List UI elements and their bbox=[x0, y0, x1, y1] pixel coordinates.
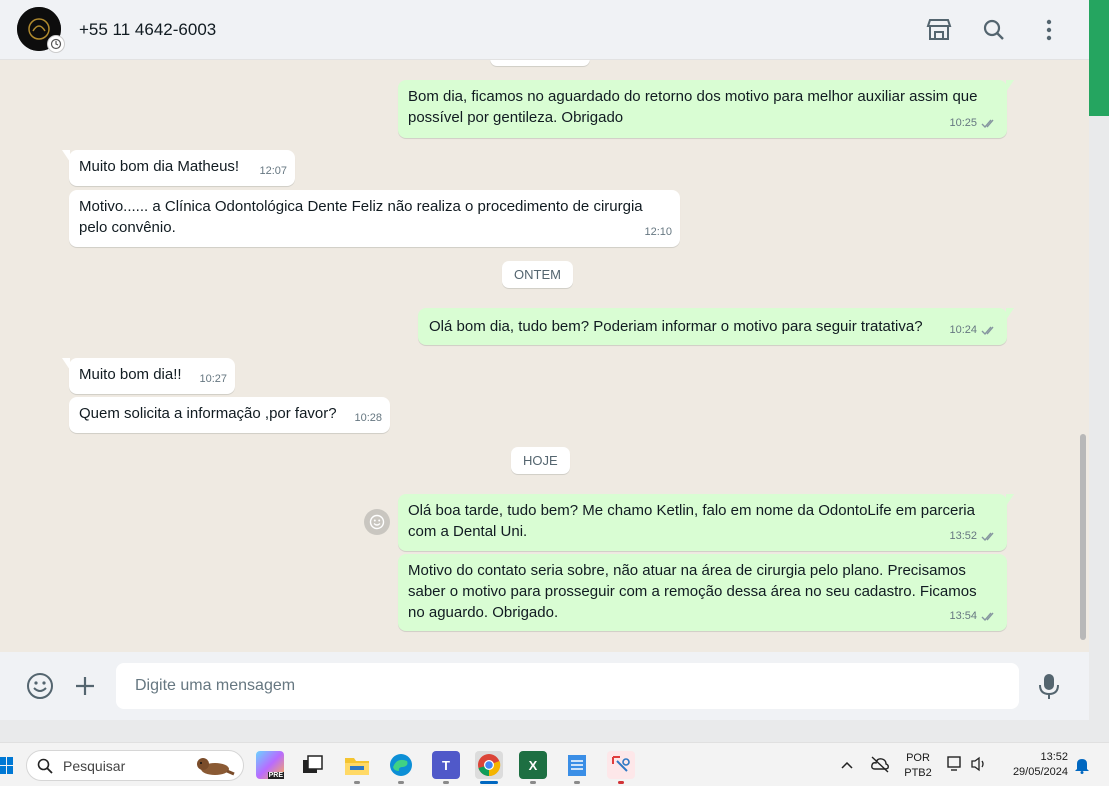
excel-icon[interactable]: X bbox=[519, 751, 547, 779]
running-indicator bbox=[618, 781, 624, 784]
snipping-tool-icon[interactable] bbox=[607, 751, 635, 779]
menu-icon[interactable] bbox=[1034, 15, 1064, 45]
taskbar-search[interactable]: Pesquisar bbox=[26, 750, 244, 781]
message-input[interactable] bbox=[116, 663, 1019, 709]
composer bbox=[0, 652, 1089, 720]
message-time: 10:27 bbox=[199, 373, 227, 385]
notepad-icon[interactable] bbox=[563, 751, 591, 779]
microphone-icon[interactable] bbox=[1038, 672, 1060, 705]
taskbar: Pesquisar PRE T X POR PTB2 13:52 29/05/2… bbox=[0, 742, 1109, 786]
chevron-up-icon[interactable] bbox=[840, 757, 854, 775]
notification-bell-icon[interactable] bbox=[1074, 756, 1090, 779]
message-incoming[interactable]: Muito bom dia Matheus! 12:07 bbox=[62, 150, 295, 186]
window-bottom-gap bbox=[0, 720, 1109, 742]
message-text: Motivo do contato seria sobre, não atuar… bbox=[408, 562, 977, 621]
contact-avatar[interactable] bbox=[17, 7, 65, 53]
message-text: Olá bom dia, tudo bem? Poderiam informar… bbox=[429, 318, 923, 335]
message-text: Muito bom dia!! bbox=[79, 366, 182, 383]
date-pill: HOJE bbox=[511, 447, 570, 474]
message-outgoing[interactable]: Olá boa tarde, tudo bem? Me chamo Ketlin… bbox=[398, 494, 1014, 551]
teams-icon[interactable]: T bbox=[432, 751, 460, 779]
message-time: 13:52 bbox=[949, 526, 997, 547]
chat-header: +55 11 4642-6003 bbox=[0, 0, 1089, 60]
message-outgoing[interactable]: Motivo do contato seria sobre, não atuar… bbox=[398, 554, 1007, 631]
react-emoji-icon[interactable] bbox=[364, 509, 390, 535]
clock[interactable]: 13:52 29/05/2024 bbox=[1000, 750, 1068, 780]
message-time: 12:10 bbox=[644, 226, 672, 238]
message-incoming[interactable]: Muito bom dia!! 10:27 bbox=[62, 358, 235, 394]
running-indicator bbox=[574, 781, 580, 784]
running-indicator bbox=[530, 781, 536, 784]
date-pill: ONTEM bbox=[502, 261, 573, 288]
running-indicator bbox=[398, 781, 404, 784]
contact-name[interactable]: +55 11 4642-6003 bbox=[79, 20, 216, 40]
message-text: Olá boa tarde, tudo bem? Me chamo Ketlin… bbox=[408, 502, 975, 540]
running-indicator bbox=[443, 781, 449, 784]
emoji-icon[interactable] bbox=[26, 672, 54, 705]
message-text: Motivo...... a Clínica Odontológica Dent… bbox=[79, 198, 643, 236]
double-check-icon bbox=[981, 119, 994, 129]
message-text: Bom dia, ficamos no aguardado do retorno… bbox=[408, 88, 978, 126]
task-view-icon[interactable] bbox=[299, 751, 327, 779]
volume-icon[interactable] bbox=[970, 755, 988, 778]
message-incoming[interactable]: Motivo...... a Clínica Odontológica Dent… bbox=[69, 190, 680, 247]
message-time: 12:07 bbox=[259, 165, 287, 177]
message-time: 10:24 bbox=[949, 320, 997, 341]
copilot-icon[interactable]: PRE bbox=[256, 751, 284, 779]
active-indicator bbox=[480, 781, 498, 784]
message-time: 10:25 bbox=[949, 113, 997, 134]
date-pill-partial bbox=[490, 60, 590, 66]
status-icon bbox=[47, 35, 65, 53]
message-time: 13:54 bbox=[949, 606, 997, 627]
language-indicator[interactable]: POR PTB2 bbox=[902, 751, 934, 781]
running-indicator bbox=[354, 781, 360, 784]
plus-icon[interactable] bbox=[73, 674, 97, 703]
cloud-offline-icon[interactable] bbox=[870, 755, 890, 778]
message-time: 10:28 bbox=[354, 412, 382, 424]
windows-start-icon[interactable] bbox=[0, 755, 14, 777]
store-icon[interactable] bbox=[924, 15, 954, 45]
chat-area[interactable]: Bom dia, ficamos no aguardado do retorno… bbox=[0, 60, 1089, 652]
message-incoming[interactable]: Quem solicita a informação ,por favor? 1… bbox=[69, 397, 390, 433]
search-icon[interactable] bbox=[979, 15, 1009, 45]
double-check-icon bbox=[981, 612, 994, 622]
message-text: Muito bom dia Matheus! bbox=[79, 158, 240, 175]
message-text: Quem solicita a informação ,por favor? bbox=[79, 405, 337, 422]
chrome-icon[interactable] bbox=[475, 751, 503, 779]
double-check-icon bbox=[981, 532, 994, 542]
edge-icon[interactable] bbox=[387, 751, 415, 779]
search-icon bbox=[37, 758, 53, 774]
message-outgoing[interactable]: Bom dia, ficamos no aguardado do retorno… bbox=[398, 80, 1014, 138]
message-outgoing[interactable]: Olá bom dia, tudo bem? Poderiam informar… bbox=[418, 308, 1014, 345]
search-label: Pesquisar bbox=[63, 757, 126, 774]
network-icon[interactable] bbox=[946, 755, 966, 778]
window-edge bbox=[1089, 0, 1109, 116]
window-edge-grey bbox=[1089, 116, 1109, 739]
file-explorer-icon[interactable] bbox=[343, 751, 371, 779]
double-check-icon bbox=[981, 326, 994, 336]
otter-icon bbox=[197, 758, 235, 776]
scrollbar[interactable] bbox=[1080, 434, 1086, 640]
